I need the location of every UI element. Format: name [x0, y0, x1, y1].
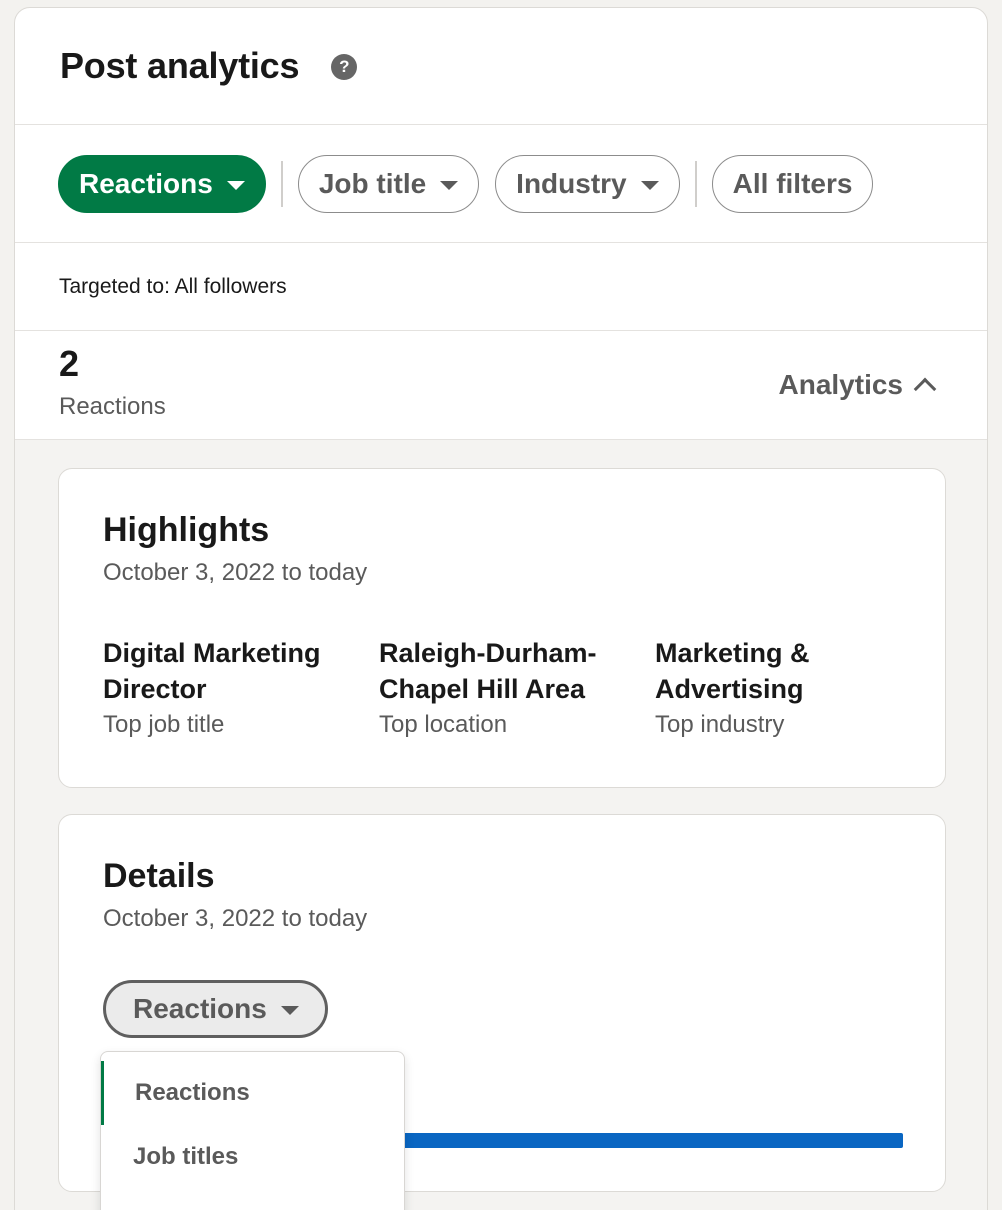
- page-title: Post analytics: [60, 45, 300, 86]
- filter-divider: [694, 160, 697, 207]
- details-date-range: October 3, 2022 to today: [103, 905, 368, 932]
- reactions-bar: [399, 1133, 903, 1148]
- chevron-up-icon: [913, 377, 937, 401]
- details-metric-label: Reactions: [133, 993, 267, 1024]
- panel-header: Post analytics ?: [15, 8, 987, 125]
- highlight-top-industry: Marketing & Advertising Top industry: [655, 635, 915, 739]
- highlight-top-job-title: Digital Marketing Director Top job title: [103, 635, 363, 739]
- industry-filter-button[interactable]: Industry: [495, 154, 680, 213]
- highlight-value: Digital Marketing Director: [103, 638, 321, 704]
- caret-down-icon: [640, 180, 659, 190]
- highlight-label: Top job title: [103, 711, 225, 738]
- caret-down-icon: [280, 1006, 299, 1015]
- targeting-info: Targeted to: All followers: [15, 243, 987, 331]
- highlights-card: Highlights October 3, 2022 to today Digi…: [58, 468, 946, 788]
- post-analytics-panel: Post analytics ? Reactions Job title Ind…: [14, 7, 988, 1210]
- reactions-filter-button[interactable]: Reactions: [58, 154, 266, 213]
- highlights-title: Highlights: [103, 511, 270, 549]
- caret-down-icon: [226, 180, 245, 190]
- highlight-top-location: Raleigh-Durham-Chapel Hill Area Top loca…: [379, 635, 639, 739]
- details-metric-dropdown: Reactions Job titles: [100, 1051, 405, 1210]
- filter-divider: [280, 160, 283, 207]
- reactions-summary: 2 Reactions Analytics: [15, 331, 987, 440]
- job-title-filter-label: Job title: [318, 167, 427, 199]
- reactions-count: 2: [59, 343, 80, 384]
- industry-filter-label: Industry: [516, 167, 627, 199]
- highlight-value: Raleigh-Durham-Chapel Hill Area: [379, 638, 597, 704]
- highlight-label: Top location: [379, 711, 508, 738]
- job-title-filter-button[interactable]: Job title: [297, 154, 480, 213]
- question-circle-icon[interactable]: ?: [331, 54, 358, 80]
- all-filters-label: All filters: [732, 167, 853, 199]
- details-title: Details: [103, 857, 215, 895]
- highlight-label: Top industry: [655, 711, 785, 738]
- reactions-count-label: Reactions: [59, 393, 166, 420]
- dropdown-option-job-titles[interactable]: Job titles: [101, 1125, 404, 1189]
- details-metric-select[interactable]: Reactions: [103, 980, 328, 1038]
- highlights-date-range: October 3, 2022 to today: [103, 559, 368, 586]
- highlight-value: Marketing & Advertising: [655, 638, 810, 704]
- all-filters-button[interactable]: All filters: [711, 154, 874, 213]
- reactions-filter-label: Reactions: [79, 167, 213, 199]
- filter-bar: Reactions Job title Industry All filters: [15, 125, 987, 243]
- caret-down-icon: [440, 180, 459, 190]
- analytics-toggle-button[interactable]: Analytics: [778, 369, 937, 401]
- analytics-toggle-label: Analytics: [778, 369, 904, 400]
- dropdown-option-reactions[interactable]: Reactions: [101, 1061, 404, 1125]
